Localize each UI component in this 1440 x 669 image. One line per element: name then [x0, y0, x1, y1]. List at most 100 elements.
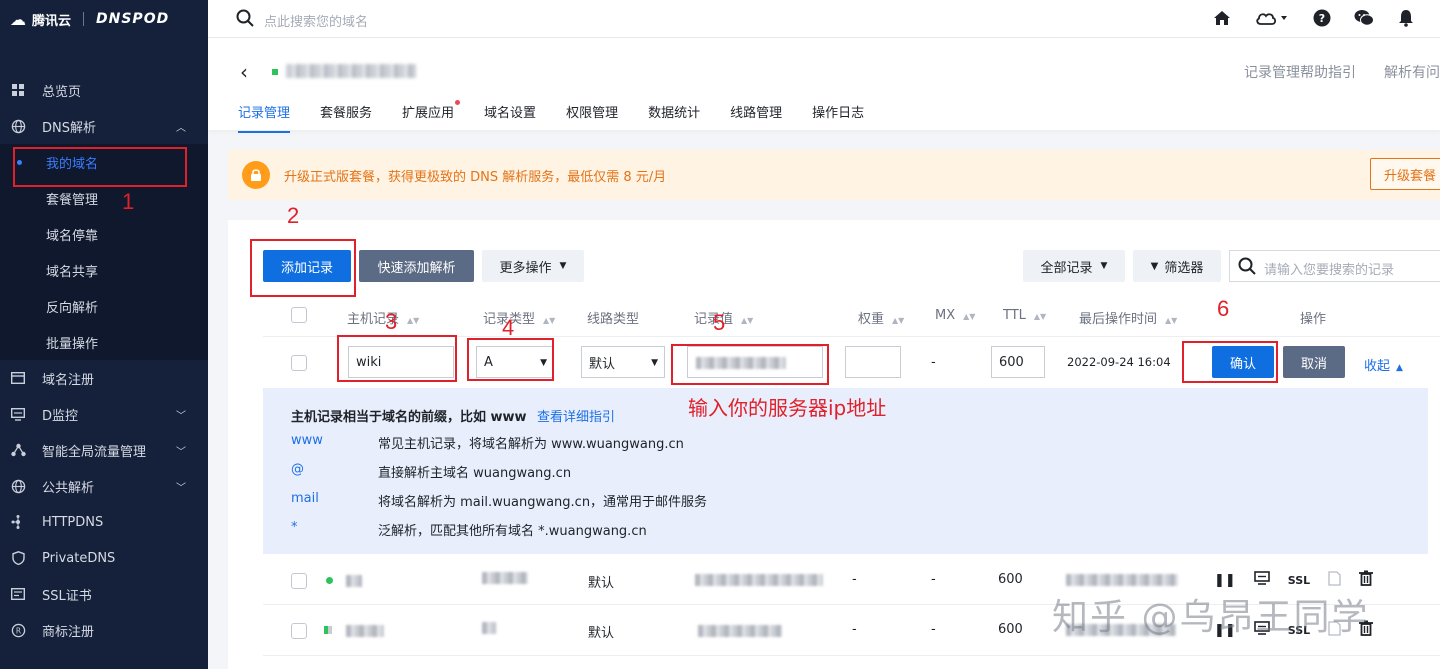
column-header-weight[interactable]: 权重 ▲▼ — [858, 308, 904, 327]
domain-search-input[interactable]: 点此搜索您的域名 — [264, 11, 368, 30]
ssl-button[interactable]: SSL — [1288, 574, 1310, 587]
logo[interactable]: ☁ 腾讯云 DNSPOD — [0, 0, 208, 38]
all-records-dropdown[interactable]: 全部记录 ▼ — [1023, 250, 1125, 282]
last-modified-time: 2022-09-24 16:04 — [1067, 355, 1171, 369]
mx-value: - — [931, 622, 936, 637]
sidebar-item-domain-sharing[interactable]: 域名共享 — [0, 252, 208, 288]
collapse-link[interactable]: 收起 ▲ — [1364, 355, 1403, 374]
line-type-select[interactable]: 默认 ▼ — [581, 346, 665, 378]
blurred-time — [1066, 574, 1178, 586]
notification-dot — [455, 100, 461, 105]
monitor-icon[interactable] — [1253, 571, 1270, 589]
trash-icon[interactable] — [1359, 570, 1374, 590]
wechat-icon[interactable] — [1354, 8, 1374, 28]
sidebar-item-domain-parking[interactable]: 域名停靠 — [0, 216, 208, 252]
annotation-number-5: 5 — [713, 310, 726, 335]
cloud-menu-icon[interactable] — [1254, 8, 1290, 28]
record-search-input[interactable]: 请输入您要搜索的记录 — [1229, 250, 1440, 282]
more-actions-button[interactable]: 更多操作 ▼ — [482, 250, 584, 282]
hint-key: www — [291, 433, 323, 448]
tab-label: 扩展应用 — [402, 106, 455, 121]
monitor-icon — [10, 406, 26, 422]
help-icon[interactable]: ? — [1312, 8, 1332, 28]
sidebar-item-label: DNS解析 — [42, 120, 96, 136]
chevron-down-icon: ﹀ — [176, 482, 186, 494]
chevron-up-icon: ︿ — [176, 122, 186, 134]
caret-down-icon: ▼ — [559, 261, 567, 271]
collapse-label: 收起 — [1364, 359, 1391, 374]
tab-operation-log[interactable]: 操作日志 — [812, 102, 864, 133]
grid-icon — [10, 82, 26, 98]
trademark-icon: R — [10, 622, 26, 638]
sidebar: ☁ 腾讯云 DNSPOD 总览页 DNS解析 ︿ 我的域名 套餐管理 域名停靠 … — [0, 0, 208, 669]
sidebar-item-reverse-resolution[interactable]: 反向解析 — [0, 288, 208, 324]
mx-value: - — [931, 572, 936, 587]
tab-statistics[interactable]: 数据统计 — [648, 102, 700, 133]
resolution-help-link[interactable]: 解析有问 — [1384, 62, 1440, 82]
edit-row-checkbox[interactable] — [291, 355, 307, 371]
tab-line-management[interactable]: 线路管理 — [730, 102, 782, 133]
row-checkbox[interactable] — [291, 623, 307, 639]
sidebar-item-dns[interactable]: DNS解析 ︿ — [0, 108, 208, 144]
search-icon — [236, 9, 254, 27]
button-label: 筛选器 — [1164, 260, 1204, 276]
caret-up-icon: ▲ — [1396, 363, 1403, 373]
row-checkbox[interactable] — [291, 573, 307, 589]
cancel-button[interactable]: 取消 — [1283, 346, 1345, 378]
sidebar-item-global-traffic[interactable]: 智能全局流量管理 ﹀ — [0, 432, 208, 468]
blurred-domain-text — [286, 64, 416, 78]
note-icon[interactable] — [1328, 570, 1341, 590]
tab-bar: 记录管理 套餐服务 扩展应用 域名设置 权限管理 数据统计 线路管理 操作日志 — [238, 100, 864, 133]
upgrade-plan-button[interactable]: 升级套餐 — [1370, 158, 1440, 190]
annotation-number-6: 6 — [1217, 296, 1230, 321]
tab-record-management[interactable]: 记录管理 — [238, 102, 291, 133]
mx-value: - — [931, 355, 936, 370]
record-help-link[interactable]: 记录管理帮助指引 — [1244, 62, 1356, 82]
sidebar-item-overview[interactable]: 总览页 — [0, 72, 208, 108]
annotation-box-5 — [671, 344, 829, 385]
shield-icon — [10, 550, 26, 566]
tab-domain-settings[interactable]: 域名设置 — [484, 102, 536, 133]
annotation-number-1: 1 — [122, 189, 135, 214]
lock-badge-icon — [242, 161, 270, 189]
pause-icon[interactable]: ❚❚ — [1214, 573, 1236, 588]
tab-permissions[interactable]: 权限管理 — [566, 102, 618, 133]
sidebar-item-label: 总览页 — [42, 84, 82, 100]
tab-extensions[interactable]: 扩展应用 — [402, 100, 461, 133]
sidebar-item-httpdns[interactable]: HTTPDNS — [0, 504, 208, 540]
button-label: 全部记录 — [1040, 260, 1093, 276]
sidebar-item-domain-registration[interactable]: 域名注册 — [0, 360, 208, 396]
back-arrow-icon[interactable]: ‹ — [240, 60, 248, 84]
header-label: MX — [935, 308, 956, 323]
column-header-mx[interactable]: MX ▲▼ — [935, 308, 975, 323]
sidebar-item-ssl[interactable]: SSL证书 — [0, 576, 208, 612]
sort-icon: ▲▼ — [1165, 316, 1178, 325]
tab-plan-service[interactable]: 套餐服务 — [320, 102, 372, 133]
sidebar-item-privatedns[interactable]: PrivateDNS — [0, 540, 208, 576]
weight-input[interactable] — [845, 346, 901, 378]
quick-add-button[interactable]: 快速添加解析 — [359, 250, 474, 282]
brand-name: 腾讯云 — [32, 13, 72, 29]
sidebar-item-public-dns[interactable]: 公共解析 ﹀ — [0, 468, 208, 504]
sidebar-item-d-monitor[interactable]: D监控 ﹀ — [0, 396, 208, 432]
sort-icon: ▲▼ — [543, 316, 556, 325]
sidebar-item-label: HTTPDNS — [42, 514, 104, 530]
bell-icon[interactable] — [1396, 8, 1416, 28]
sidebar-item-trademark[interactable]: R 商标注册 — [0, 612, 208, 648]
header-label: 最后操作时间 — [1079, 312, 1158, 327]
column-header-ttl[interactable]: TTL ▲▼ — [1003, 308, 1046, 323]
sidebar-item-label: 反向解析 — [46, 300, 99, 316]
detailed-guide-link[interactable]: 查看详细指引 — [537, 406, 615, 425]
annotation-box-4 — [467, 338, 554, 381]
globe-icon — [10, 478, 26, 494]
caret-down-icon: ▼ — [651, 358, 658, 368]
home-icon[interactable] — [1212, 8, 1232, 28]
sidebar-item-batch-operations[interactable]: 批量操作 — [0, 324, 208, 360]
column-header-time[interactable]: 最后操作时间 ▲▼ — [1079, 308, 1177, 327]
column-header-type[interactable]: 记录类型 ▲▼ — [483, 308, 555, 327]
ttl-input[interactable]: 600 — [991, 346, 1045, 378]
column-header-host[interactable]: 主机记录 ▲▼ — [347, 308, 419, 327]
filter-button[interactable]: ▼ 筛选器 — [1133, 250, 1221, 282]
select-all-checkbox[interactable] — [291, 307, 307, 323]
annotation-instruction: 输入你的服务器ip地址 — [688, 396, 887, 420]
